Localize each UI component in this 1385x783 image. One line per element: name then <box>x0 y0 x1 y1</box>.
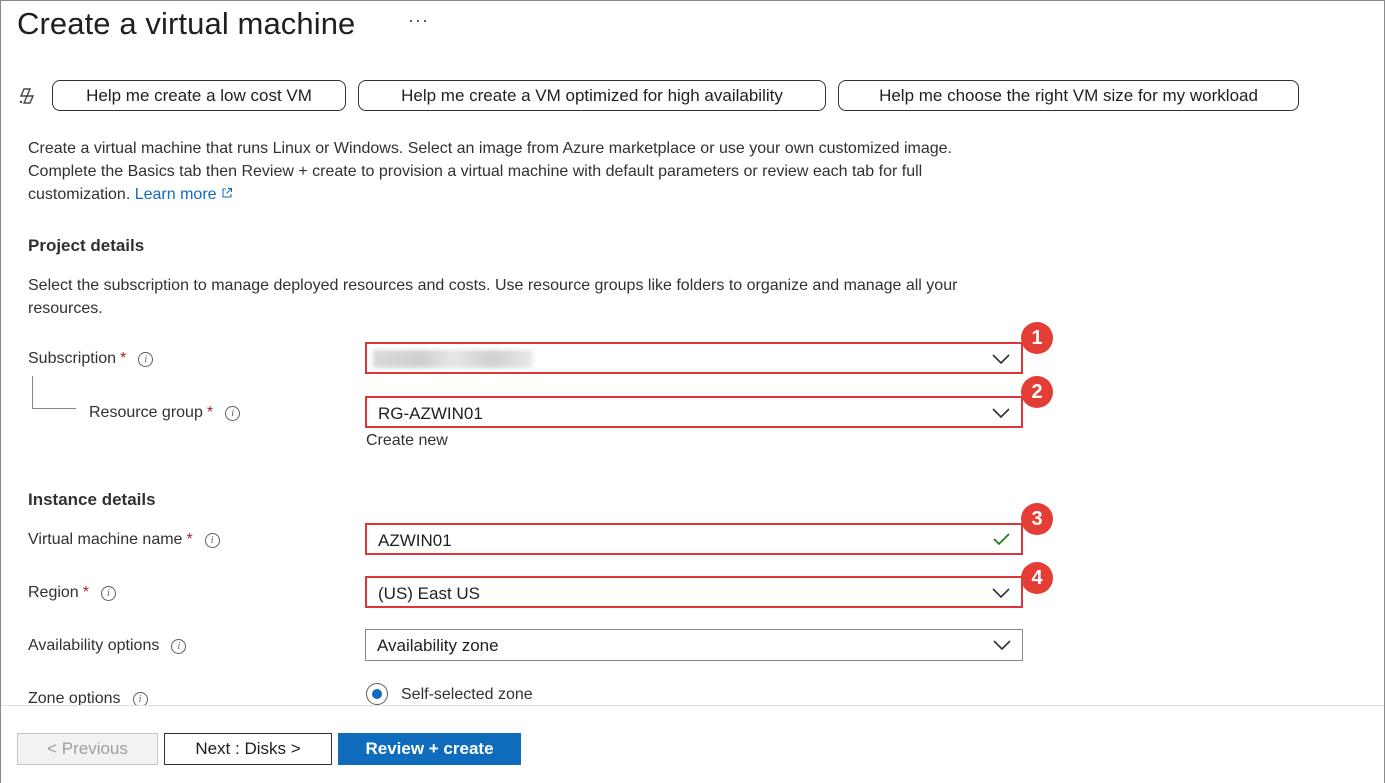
prompt-low-cost-vm-button[interactable]: Help me create a low cost VM <box>52 80 346 111</box>
chevron-down-icon <box>993 640 1011 651</box>
resource-group-dropdown[interactable]: RG-AZWIN01 <box>365 396 1023 428</box>
region-label: Region * i <box>28 584 116 602</box>
checkmark-icon <box>993 533 1010 546</box>
subscription-label: Subscription * i <box>28 350 154 368</box>
project-details-heading: Project details <box>28 236 145 255</box>
info-icon[interactable]: i <box>171 639 187 654</box>
footer-bar: < Previous Next : Disks > Review + creat… <box>1 705 1384 783</box>
annotation-badge-4: 4 <box>1021 562 1053 594</box>
required-marker: * <box>186 531 193 548</box>
availability-value: Availability zone <box>377 636 499 655</box>
project-details-description: Select the subscription to manage deploy… <box>28 277 958 317</box>
review-create-button[interactable]: Review + create <box>338 733 521 765</box>
annotation-badge-3: 3 <box>1021 503 1053 535</box>
self-selected-zone-radio[interactable] <box>366 683 388 705</box>
required-marker: * <box>82 584 89 601</box>
annotation-badge-1: 1 <box>1021 322 1053 354</box>
info-icon[interactable]: i <box>225 406 241 421</box>
intro-description: Create a virtual machine that runs Linux… <box>28 137 1018 206</box>
redacted-subscription <box>373 350 533 368</box>
next-disks-button[interactable]: Next : Disks > <box>164 733 332 765</box>
resource-group-label: Resource group * i <box>89 404 241 422</box>
copilot-icon <box>19 88 35 104</box>
availability-options-dropdown[interactable]: Availability zone <box>365 629 1023 661</box>
required-marker: * <box>206 404 214 421</box>
chevron-down-icon <box>992 408 1010 419</box>
previous-button[interactable]: < Previous <box>17 733 158 765</box>
instance-details-heading: Instance details <box>28 490 156 509</box>
annotation-badge-2: 2 <box>1021 376 1053 408</box>
learn-more-link[interactable]: Learn more <box>135 186 233 203</box>
region-value: (US) East US <box>378 584 481 603</box>
required-marker: * <box>120 350 127 367</box>
resource-group-value: RG-AZWIN01 <box>378 404 483 423</box>
window-frame <box>0 0 1385 783</box>
vm-name-label: Virtual machine name * i <box>28 531 220 549</box>
chevron-down-icon <box>992 588 1010 599</box>
more-options-button[interactable]: ··· <box>408 10 429 31</box>
self-selected-zone-label: Self-selected zone <box>401 686 533 703</box>
vm-name-input[interactable]: AZWIN01 <box>365 523 1023 555</box>
info-icon[interactable]: i <box>100 586 116 601</box>
prompt-high-availability-button[interactable]: Help me create a VM optimized for high a… <box>358 80 826 111</box>
info-icon[interactable]: i <box>138 352 154 367</box>
create-new-link[interactable]: Create new <box>366 432 448 450</box>
prompt-vm-size-button[interactable]: Help me choose the right VM size for my … <box>838 80 1299 111</box>
subscription-dropdown[interactable] <box>365 342 1023 374</box>
tree-connector <box>32 376 76 409</box>
external-link-icon <box>222 188 232 198</box>
vm-name-value: AZWIN01 <box>378 531 452 550</box>
availability-options-label: Availability options i <box>28 637 187 655</box>
region-dropdown[interactable]: (US) East US <box>365 576 1023 608</box>
info-icon[interactable]: i <box>204 533 220 548</box>
chevron-down-icon <box>992 354 1010 365</box>
page-title: Create a virtual machine <box>17 6 356 41</box>
